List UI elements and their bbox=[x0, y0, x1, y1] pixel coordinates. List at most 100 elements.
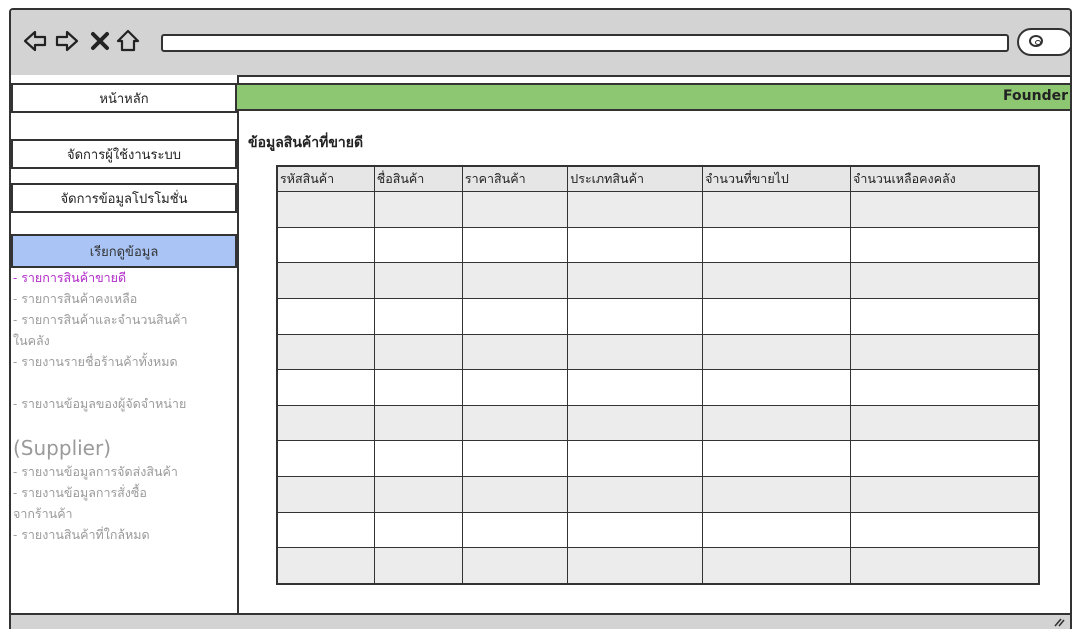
table-cell bbox=[567, 333, 704, 371]
table-row bbox=[276, 369, 1040, 406]
table-cell bbox=[276, 440, 375, 477]
table-cell bbox=[567, 297, 704, 335]
table-cell bbox=[702, 191, 851, 228]
founder-label[interactable]: Founder bbox=[1003, 88, 1068, 104]
table-cell bbox=[373, 511, 463, 549]
report-link-low-stock[interactable]: - รายงานสินค้าที่ใกล้หมด bbox=[11, 524, 237, 545]
table-cell bbox=[567, 547, 704, 585]
table-cell bbox=[373, 297, 463, 335]
column-header: จำนวนเหลือคงคลัง bbox=[850, 165, 1040, 192]
report-link-all-stores[interactable]: - รายงานรายชื่อร้านค้าทั้งหมด bbox=[11, 351, 237, 372]
table-cell bbox=[276, 262, 375, 299]
table-row bbox=[276, 262, 1040, 299]
table-cell bbox=[567, 226, 704, 264]
table-cell bbox=[276, 547, 375, 585]
sidebar-item-label: จัดการข้อมูลโปรโมชั่น bbox=[60, 191, 188, 207]
table-cell bbox=[276, 226, 375, 264]
url-input[interactable] bbox=[161, 34, 1009, 52]
table-cell bbox=[373, 440, 463, 477]
browser-window: หน้าหลัก จัดการผู้ใช้งานระบบ จัดการข้อมู… bbox=[9, 8, 1072, 629]
status-bar bbox=[11, 613, 1070, 629]
table-cell bbox=[850, 369, 1040, 406]
report-link-orders[interactable]: - รายงานข้อมูลการสั่งซื้อ จากร้านค้า bbox=[11, 482, 237, 524]
table-cell bbox=[276, 511, 375, 549]
table-cell bbox=[567, 262, 704, 299]
table-cell bbox=[276, 297, 375, 335]
column-header: ชื่อสินค้า bbox=[373, 165, 463, 192]
sidebar-item-user-management[interactable]: จัดการผู้ใช้งานระบบ bbox=[11, 139, 237, 169]
table-cell bbox=[373, 191, 463, 228]
column-header: ประเภทสินค้า bbox=[567, 165, 704, 192]
home-icon[interactable] bbox=[115, 28, 141, 54]
table-cell bbox=[373, 226, 463, 264]
page-title: ข้อมูลสินค้าที่ขายดี bbox=[248, 135, 364, 151]
header-bar: Founder bbox=[237, 83, 1070, 111]
table-cell bbox=[461, 511, 569, 549]
table-cell bbox=[850, 511, 1040, 549]
report-link-best-sellers[interactable]: - รายการสินค้าขายดี bbox=[11, 267, 237, 288]
table-cell bbox=[850, 191, 1040, 228]
table-row bbox=[276, 226, 1040, 264]
table-cell bbox=[461, 297, 569, 335]
table-cell bbox=[461, 547, 569, 585]
table-cell bbox=[567, 369, 704, 406]
table-cell bbox=[276, 404, 375, 442]
table-cell bbox=[702, 440, 851, 477]
table-row bbox=[276, 297, 1040, 335]
resize-handle-icon[interactable] bbox=[1052, 617, 1066, 627]
table-cell bbox=[850, 262, 1040, 299]
search-icon bbox=[1029, 35, 1043, 47]
table-cell bbox=[850, 297, 1040, 335]
browser-toolbar bbox=[11, 10, 1070, 77]
table-cell bbox=[850, 404, 1040, 442]
table-cell bbox=[373, 333, 463, 371]
column-header: จำนวนที่ขายไป bbox=[702, 165, 851, 192]
table-cell bbox=[461, 476, 569, 513]
table-row bbox=[276, 476, 1040, 513]
table-cell bbox=[850, 547, 1040, 585]
table-cell bbox=[850, 333, 1040, 371]
table-cell bbox=[850, 476, 1040, 513]
table-cell bbox=[850, 226, 1040, 264]
table-cell bbox=[461, 191, 569, 228]
column-header: รหัสสินค้า bbox=[276, 165, 375, 192]
table-row bbox=[276, 511, 1040, 549]
sidebar-item-label: เรียกดูข้อมูล bbox=[89, 244, 159, 260]
report-link-inventory[interactable]: - รายการสินค้าและจำนวนสินค้า ในคลัง bbox=[11, 309, 237, 351]
report-link-supplier[interactable]: - รายงานข้อมูลของผู้จัดจำหน่าย (Supplier… bbox=[11, 372, 237, 461]
sidebar-item-home[interactable]: หน้าหลัก bbox=[11, 83, 237, 113]
report-list: - รายการสินค้าขายดี - รายการสินค้าคงเหลื… bbox=[11, 267, 237, 545]
arrow-right-icon[interactable] bbox=[53, 28, 79, 54]
table-cell bbox=[461, 333, 569, 371]
table-cell bbox=[461, 226, 569, 264]
table-cell bbox=[373, 476, 463, 513]
table-cell bbox=[276, 476, 375, 513]
search-button[interactable] bbox=[1017, 28, 1070, 56]
table-cell bbox=[373, 547, 463, 585]
report-link-label-extra: (Supplier) bbox=[13, 436, 112, 460]
arrow-left-icon[interactable] bbox=[23, 28, 49, 54]
report-link-shipping[interactable]: - รายงานข้อมูลการจัดส่งสินค้า bbox=[11, 461, 237, 482]
table-cell bbox=[702, 547, 851, 585]
table-cell bbox=[373, 369, 463, 406]
sidebar-item-promotion-management[interactable]: จัดการข้อมูลโปรโมชั่น bbox=[11, 183, 237, 213]
table-cell bbox=[461, 440, 569, 477]
column-header: ราคาสินค้า bbox=[461, 165, 569, 192]
table-cell bbox=[702, 297, 851, 335]
table-cell bbox=[461, 262, 569, 299]
table-cell bbox=[850, 440, 1040, 477]
table-cell bbox=[373, 404, 463, 442]
close-icon[interactable] bbox=[87, 28, 113, 54]
sidebar-item-view-data[interactable]: เรียกดูข้อมูล bbox=[11, 234, 237, 268]
table-cell bbox=[702, 404, 851, 442]
table-cell bbox=[276, 333, 375, 371]
table-cell bbox=[702, 369, 851, 406]
table-cell bbox=[373, 262, 463, 299]
report-link-remaining-stock[interactable]: - รายการสินค้าคงเหลือ bbox=[11, 288, 237, 309]
table-row bbox=[276, 440, 1040, 477]
table-cell bbox=[461, 369, 569, 406]
table-cell bbox=[567, 511, 704, 549]
sidebar-item-label: หน้าหลัก bbox=[99, 91, 149, 107]
sidebar: หน้าหลัก จัดการผู้ใช้งานระบบ จัดการข้อมู… bbox=[11, 75, 239, 629]
table-cell bbox=[567, 476, 704, 513]
